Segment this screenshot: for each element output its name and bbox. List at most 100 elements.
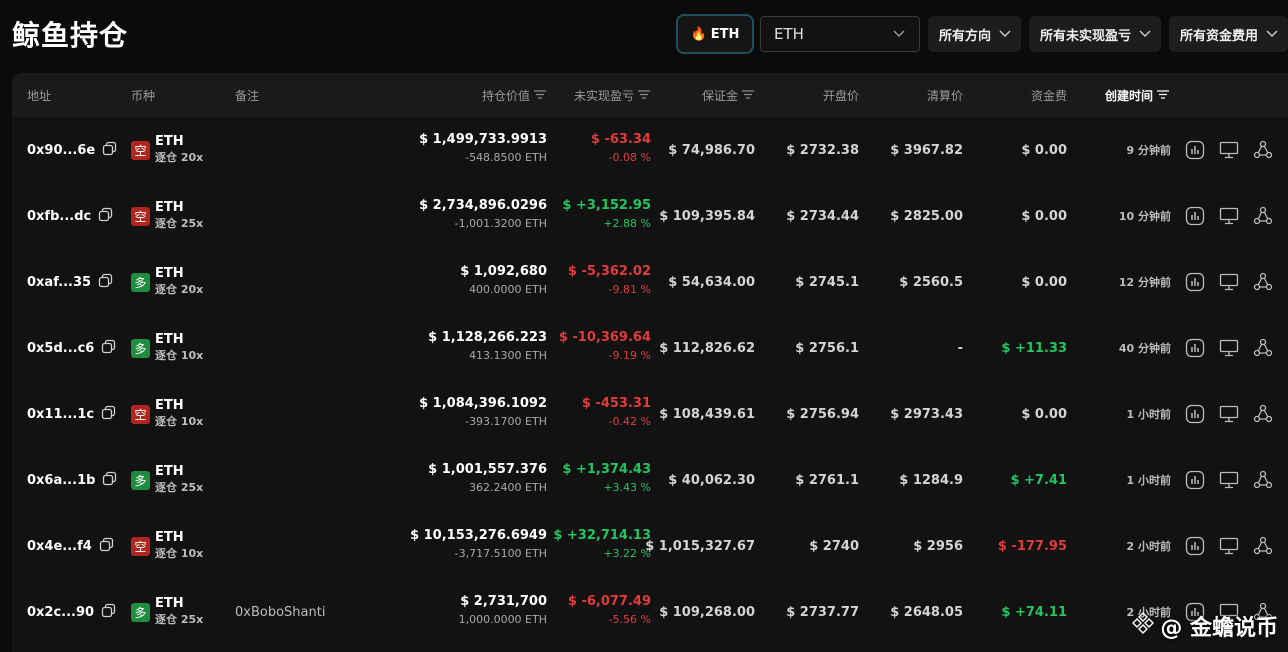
upnl-percent: -9.81 % (608, 283, 651, 296)
pnl-dropdown-label: 所有未实现盈亏 (1039, 28, 1131, 44)
coin-name: ETH (155, 134, 184, 149)
position-size: 1,000.0000 ETH (458, 613, 547, 626)
table-row[interactable]: 0x4e...f4 空 ETH 逐仓 10x $ 10,153,276.6949 -3,7… (12, 513, 1288, 579)
upnl-value: $ -453.31 (581, 396, 651, 411)
copy-icon[interactable] (99, 537, 114, 556)
table-row[interactable]: 0x2c...90 多 ETH 逐仓 25x 0xBoboShanti $ 2,731,7… (12, 579, 1288, 645)
wallet-address[interactable]: 0x4e...f4 (27, 539, 92, 554)
chart-icon[interactable] (1184, 469, 1206, 491)
chart-icon[interactable] (1184, 403, 1206, 425)
header-liq: 清算价 (926, 88, 963, 103)
liq-price-cell: $ 2825.00 (890, 208, 963, 224)
copy-icon[interactable] (102, 471, 117, 490)
monitor-icon[interactable] (1218, 469, 1240, 491)
chart-icon[interactable] (1184, 205, 1206, 227)
header-value[interactable]: 持仓价值 (482, 73, 546, 117)
monitor-icon[interactable] (1218, 535, 1240, 557)
upnl-cell: $ -10,369.64 -9.19 % (559, 329, 651, 365)
wallet-address[interactable]: 0x2c...90 (27, 605, 94, 620)
side-badge: 空 (131, 536, 150, 556)
chart-icon[interactable] (1184, 271, 1206, 293)
position-value-cell: $ 2,731,700 1,000.0000 ETH (459, 593, 547, 629)
copy-icon[interactable] (101, 603, 116, 622)
copy-icon[interactable] (102, 141, 117, 160)
address-cell: 0x2c...90 (27, 579, 116, 645)
wallet-address[interactable]: 0x90...6e (27, 143, 95, 158)
address-cell: 0x6a...1b (27, 447, 117, 513)
share-icon[interactable] (1252, 469, 1274, 491)
monitor-icon[interactable] (1218, 205, 1240, 227)
chart-icon[interactable] (1184, 337, 1206, 359)
coin-select[interactable]: ETH (759, 16, 920, 52)
upnl-cell: $ +1,374.43 +3.43 % (562, 461, 651, 497)
entry-price-cell: $ 2745.1 (795, 274, 859, 290)
pnl-dropdown[interactable]: 所有未实现盈亏 (1028, 16, 1161, 52)
entry-price-cell: $ 2761.1 (795, 472, 859, 488)
margin-cell: $ 40,062.30 (668, 472, 755, 488)
share-icon[interactable] (1252, 535, 1274, 557)
share-icon[interactable] (1252, 403, 1274, 425)
monitor-icon[interactable] (1218, 337, 1240, 359)
table-row[interactable]: 0x6a...1b 多 ETH 逐仓 25x $ 1,001,557.376 362.24… (12, 447, 1288, 513)
copy-icon[interactable] (98, 273, 113, 292)
wallet-address[interactable]: 0xfb...dc (27, 209, 91, 224)
copy-icon[interactable] (101, 339, 116, 358)
copy-icon[interactable] (101, 405, 116, 424)
direction-dropdown[interactable]: 所有方向 (927, 16, 1021, 52)
page-title: 鲸鱼持仓 (12, 19, 129, 52)
position-value: $ 2,731,700 (460, 594, 547, 609)
coin-name: ETH (155, 530, 184, 545)
row-actions (1184, 315, 1286, 381)
upnl-percent: +3.43 % (603, 481, 651, 494)
position-value-cell: $ 1,001,557.376 362.2400 ETH (428, 461, 547, 497)
funding-cell: $ +11.33 (1001, 340, 1067, 356)
upnl-cell: $ -453.31 -0.42 % (582, 395, 651, 431)
wallet-address[interactable]: 0x11...1c (27, 407, 94, 422)
leverage-label: 逐仓 20x (155, 151, 204, 164)
share-icon[interactable] (1252, 205, 1274, 227)
position-size: -548.8500 ETH (465, 151, 547, 164)
chart-icon[interactable] (1184, 139, 1206, 161)
coin-chip-eth[interactable]: 🔥 ETH (675, 14, 754, 54)
upnl-cell: $ +3,152.95 +2.88 % (562, 197, 651, 233)
table-row[interactable]: 0xfb...dc 空 ETH 逐仓 25x $ 2,734,896.0296 -1,00… (12, 183, 1288, 249)
wallet-address[interactable]: 0xaf...35 (27, 275, 91, 290)
upnl-value: $ -63.34 (590, 132, 651, 147)
table-row[interactable]: 0xaf...35 多 ETH 逐仓 20x $ 1,092,680 400.0000 E… (12, 249, 1288, 315)
share-icon[interactable] (1252, 271, 1274, 293)
margin-cell: $ 108,439.61 (659, 406, 755, 422)
header-margin[interactable]: 保证金 (702, 73, 754, 117)
row-actions (1184, 249, 1286, 315)
position-size: 362.2400 ETH (469, 481, 547, 494)
position-value: $ 1,092,680 (460, 264, 547, 279)
position-value-cell: $ 1,092,680 400.0000 ETH (460, 263, 547, 299)
funding-cell: $ +7.41 (1010, 472, 1067, 488)
monitor-icon[interactable] (1218, 271, 1240, 293)
liq-price-cell: $ 2560.5 (899, 274, 963, 290)
entry-price-cell: $ 2734.44 (786, 208, 859, 224)
share-icon[interactable] (1252, 337, 1274, 359)
copy-icon[interactable] (98, 207, 113, 226)
coin-name: ETH (155, 398, 184, 413)
position-value-cell: $ 10,153,276.6949 -3,717.5100 ETH (410, 527, 547, 563)
header-upnl-label: 未实现盈亏 (573, 88, 634, 103)
funding-cell: $ 0.00 (1021, 208, 1067, 224)
share-icon[interactable] (1252, 139, 1274, 161)
margin-cell: $ 54,634.00 (668, 274, 755, 290)
chart-icon[interactable] (1184, 535, 1206, 557)
header-created[interactable]: 创建时间 (1105, 73, 1170, 117)
funding-dropdown[interactable]: 所有资金费用 (1168, 16, 1288, 52)
table-row[interactable]: 0x11...1c 空 ETH 逐仓 10x $ 1,084,396.1092 -393.… (12, 381, 1288, 447)
wallet-address[interactable]: 0x6a...1b (27, 473, 95, 488)
position-value-cell: $ 2,734,896.0296 -1,001.3200 ETH (419, 197, 547, 233)
wallet-address[interactable]: 0x5d...c6 (27, 341, 94, 356)
coin-name: ETH (155, 464, 184, 479)
table-row[interactable]: 0x5d...c6 多 ETH 逐仓 10x $ 1,128,266.223 413.13… (12, 315, 1288, 381)
monitor-icon[interactable] (1218, 403, 1240, 425)
leverage-label: 逐仓 25x (155, 481, 204, 494)
side-badge: 多 (131, 272, 150, 292)
table-row[interactable]: 0x90...6e 空 ETH 逐仓 20x $ 1,499,733.9913 -548.… (12, 117, 1288, 183)
upnl-cell: $ -6,077.49 -5.56 % (568, 593, 651, 629)
monitor-icon[interactable] (1218, 139, 1240, 161)
header-upnl[interactable]: 未实现盈亏 (574, 73, 650, 117)
